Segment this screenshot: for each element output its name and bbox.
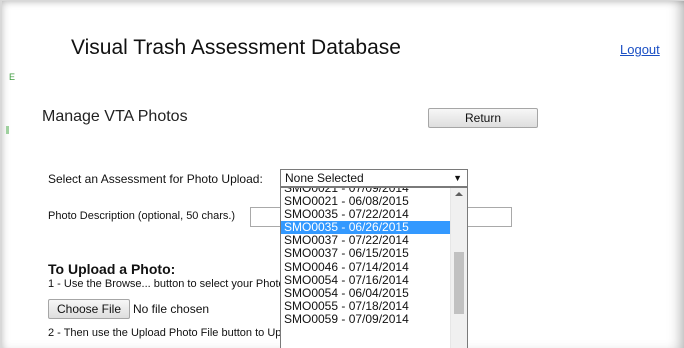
side-mark: E xyxy=(9,72,16,82)
scroll-up-arrow-icon[interactable] xyxy=(455,192,463,196)
dropdown-options: SMO0021 - 07/09/2014 SMO0021 - 06/08/2015… xyxy=(281,188,450,326)
assessment-dropdown-list[interactable]: SMO0021 - 07/09/2014 SMO0021 - 06/08/2015… xyxy=(280,187,468,348)
dropdown-option[interactable]: SMO0054 - 06/04/2015 xyxy=(281,286,450,300)
dropdown-scrollbar[interactable] xyxy=(450,188,467,348)
logout-link[interactable]: Logout xyxy=(620,42,660,57)
assessment-select[interactable]: None Selected ▼ xyxy=(280,169,468,187)
dropdown-option[interactable]: SMO0059 - 07/09/2014 xyxy=(281,312,450,326)
dropdown-option[interactable]: SMO0046 - 07/14/2014 xyxy=(281,260,450,274)
assessment-select-label: Select an Assessment for Photo Upload: xyxy=(48,172,263,186)
dropdown-option[interactable]: SMO0037 - 06/15/2015 xyxy=(281,247,450,260)
upload-step-1: 1 - Use the Browse... button to select y… xyxy=(48,278,285,290)
page-title: Manage VTA Photos xyxy=(42,108,188,125)
upload-step-2: 2 - Then use the Upload Photo File butto… xyxy=(48,327,303,339)
upload-heading: To Upload a Photo: xyxy=(48,261,176,277)
dropdown-option[interactable]: SMO0055 - 07/18/2014 xyxy=(281,299,450,313)
choose-file-button[interactable]: Choose File xyxy=(48,299,130,319)
photo-description-label: Photo Description (optional, 50 chars.) xyxy=(48,210,236,222)
assessment-select-value: None Selected xyxy=(285,171,364,185)
return-button[interactable]: Return xyxy=(428,108,538,128)
side-decoration xyxy=(6,126,9,134)
dropdown-arrow-icon: ▼ xyxy=(453,173,462,183)
app-title: Visual Trash Assessment Database xyxy=(71,36,401,59)
no-file-chosen-text: No file chosen xyxy=(133,302,210,316)
scroll-thumb[interactable] xyxy=(454,252,464,314)
dropdown-option[interactable]: SMO0054 - 07/16/2014 xyxy=(281,273,450,287)
